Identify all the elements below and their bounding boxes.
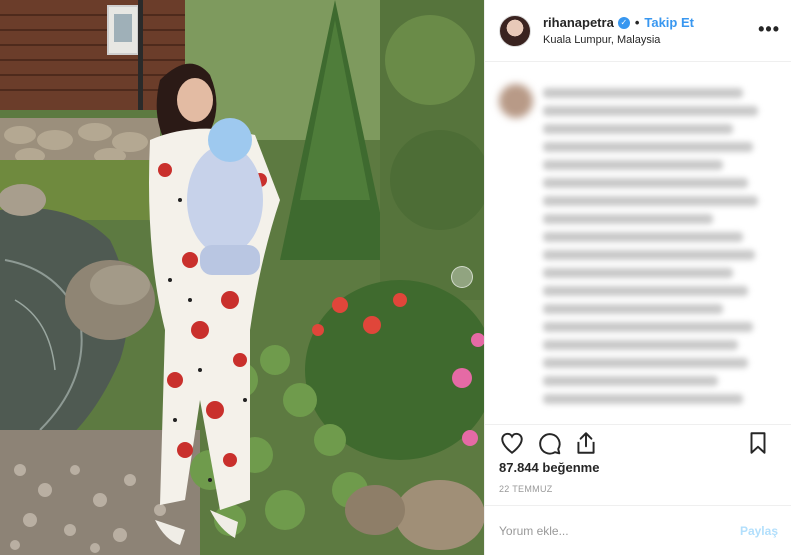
commenter-avatar-blurred	[499, 84, 533, 118]
carousel-indicator[interactable]	[451, 266, 473, 288]
share-arrow-icon[interactable]	[573, 430, 599, 456]
blurred-text-line	[543, 142, 753, 152]
post-comment-button[interactable]: Paylaş	[740, 524, 778, 538]
add-comment-bar: Paylaş	[485, 505, 791, 555]
blurred-text-line	[543, 160, 723, 170]
blurred-text-line	[543, 214, 713, 224]
comment-input[interactable]	[499, 523, 740, 538]
blurred-text-line	[543, 196, 758, 206]
blurred-text-line	[543, 286, 748, 296]
separator-dot: •	[634, 15, 640, 30]
more-options-icon[interactable]: •••	[758, 20, 780, 38]
bookmark-icon[interactable]	[745, 430, 771, 456]
blurred-caption-area	[485, 62, 791, 424]
blurred-text-line	[543, 376, 718, 386]
blurred-text-line	[543, 106, 758, 116]
post-side-panel: rihanapetra ✓ • Takip Et Kuala Lumpur, M…	[484, 0, 791, 555]
blurred-text-line	[543, 124, 733, 134]
blurred-text-line	[543, 322, 753, 332]
verified-badge-icon: ✓	[617, 16, 630, 29]
location-link[interactable]: Kuala Lumpur, Malaysia	[543, 34, 694, 46]
blurred-text-line	[543, 340, 738, 350]
blurred-text-line	[543, 88, 743, 98]
header-top-line: rihanapetra ✓ • Takip Et	[543, 15, 694, 30]
likes-count[interactable]: 87.844 beğenme	[499, 460, 599, 475]
avatar[interactable]	[499, 14, 531, 47]
blurred-text-line	[543, 394, 743, 404]
blurred-text-line	[543, 232, 743, 242]
blurred-text-line	[543, 178, 748, 188]
post-header: rihanapetra ✓ • Takip Et Kuala Lumpur, M…	[485, 0, 791, 62]
header-text: rihanapetra ✓ • Takip Et Kuala Lumpur, M…	[543, 15, 694, 46]
post-date[interactable]: 22 TEMMUZ	[499, 484, 553, 494]
blurred-text-line	[543, 268, 733, 278]
post-actions	[485, 424, 791, 460]
blurred-text-line	[543, 358, 748, 368]
photo-scene	[0, 0, 484, 555]
heart-icon[interactable]	[499, 430, 525, 456]
username[interactable]: rihanapetra	[543, 15, 614, 30]
blurred-text-line	[543, 304, 723, 314]
comment-bubble-icon[interactable]	[536, 430, 562, 456]
post-photo[interactable]	[0, 0, 484, 555]
blurred-text-line	[543, 250, 755, 260]
follow-button[interactable]: Takip Et	[644, 15, 694, 30]
